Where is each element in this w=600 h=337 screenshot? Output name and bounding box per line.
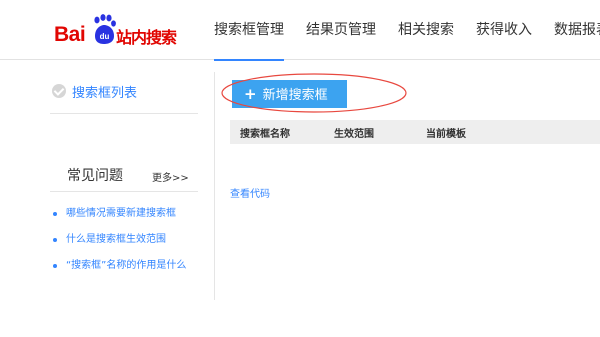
faq-item-new-searchbox[interactable]: 哪些情况需要新建搜索框 [50,206,198,221]
baidu-logo[interactable]: Bai du 站内搜索 [54,14,194,48]
nav-item-searchbox-management[interactable]: 搜索框管理 [214,0,284,61]
logo-product-name: 站内搜索 [116,28,177,47]
faq-title: 常见问题 [67,168,123,184]
nav-item-related-search[interactable]: 相关搜索 [398,0,454,60]
column-header-scope: 生效范围 [334,129,374,140]
faq-more-link[interactable]: 更多>> [152,169,189,184]
column-header-template: 当前模板 [426,129,466,140]
sidebar-item-label: 搜索框列表 [72,86,138,101]
add-searchbox-label: 新增搜索框 [262,88,328,103]
table-header: 搜索框名称 生效范围 当前模板 [230,120,600,144]
top-nav: 搜索框管理 结果页管理 相关搜索 获得收入 数据报表 [214,0,600,61]
faq-list: 哪些情况需要新建搜索框 什么是搜索框生效范围 “搜索框”名称的作用是什么 [50,206,198,284]
nav-item-results-page-management[interactable]: 结果页管理 [306,0,376,60]
faq-item-effective-scope[interactable]: 什么是搜索框生效范围 [50,232,198,247]
column-header-name: 搜索框名称 [240,129,290,140]
faq-item-name-purpose[interactable]: “搜索框”名称的作用是什么 [50,258,198,273]
bullet-icon [53,212,57,216]
faq-item-text: 什么是搜索框生效范围 [66,234,166,245]
faq-item-text: “搜索框”名称的作用是什么 [66,260,187,271]
logo-bai-text: Bai [54,23,86,46]
check-circle-icon [52,84,66,98]
paw-icon: du [94,14,116,44]
faq-item-text: 哪些情况需要新建搜索框 [66,208,176,219]
vertical-divider [214,72,215,300]
add-searchbox-button[interactable]: + 新增搜索框 [232,80,347,108]
sidebar-item-searchbox-list[interactable]: 搜索框列表 [50,74,198,114]
view-code-link[interactable]: 查看代码 [230,185,270,200]
logo-du-text: du [100,32,110,41]
bullet-icon [53,264,57,268]
plus-icon: + [244,85,257,103]
nav-item-earn-income[interactable]: 获得收入 [476,0,532,60]
faq-header: 常见问题 更多>> [50,162,198,192]
nav-item-data-reports[interactable]: 数据报表 [554,0,600,60]
bullet-icon [53,238,57,242]
header: Bai du 站内搜索 搜索框管理 结果页管理 相关搜索 获得收入 数据报表 [0,0,600,61]
